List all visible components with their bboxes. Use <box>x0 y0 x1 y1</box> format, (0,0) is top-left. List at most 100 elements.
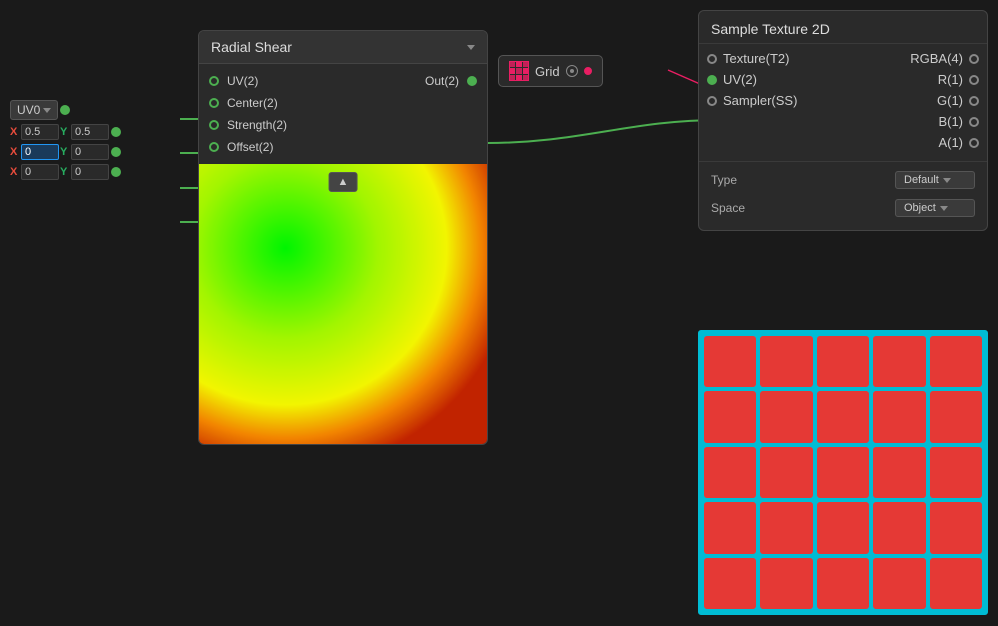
type-label: Type <box>711 173 737 187</box>
uv-dropdown[interactable]: UV0 <box>10 100 58 120</box>
g-dot[interactable] <box>969 96 979 106</box>
strength-y-input[interactable] <box>71 144 109 160</box>
offset-xy-input: X Y <box>10 164 109 180</box>
strength-port-dot[interactable] <box>209 120 219 130</box>
center-input-row: X Y <box>10 124 121 140</box>
node-title: Radial Shear <box>211 39 292 55</box>
grid-cell <box>760 558 812 609</box>
out-port-dot[interactable] <box>467 76 477 86</box>
space-label: Space <box>711 201 745 215</box>
uv-texture-label: UV(2) <box>723 72 757 87</box>
grid-cell <box>873 558 925 609</box>
type-dropdown[interactable]: Default <box>895 171 975 189</box>
space-prop-row: Space Object <box>699 194 987 222</box>
port-uv: UV(2) Out(2) <box>199 70 487 92</box>
target-icon[interactable] <box>566 65 578 77</box>
grid-cell <box>817 336 869 387</box>
grid-cell <box>704 391 756 442</box>
port-strength: Strength(2) <box>199 114 487 136</box>
uv-texture-dot[interactable] <box>707 75 717 85</box>
grid-cell <box>817 558 869 609</box>
grid-cell <box>930 502 982 553</box>
g-label: G(1) <box>937 93 963 108</box>
strength-x-input[interactable] <box>21 144 59 160</box>
port-center: Center(2) <box>199 92 487 114</box>
uv-port-dot[interactable] <box>209 76 219 86</box>
grid-cell <box>930 558 982 609</box>
grid-cell <box>930 391 982 442</box>
grid-output-dot <box>584 67 592 75</box>
a-label: A(1) <box>938 135 963 150</box>
chevron-down-icon <box>43 108 51 113</box>
offset-port-label: Offset(2) <box>227 140 273 154</box>
grid-cell <box>760 447 812 498</box>
grid-cell <box>704 336 756 387</box>
sampler-dot[interactable] <box>707 96 717 106</box>
grid-cell <box>817 502 869 553</box>
grid-cell <box>817 391 869 442</box>
offset-port-dot[interactable] <box>209 142 219 152</box>
grid-cell <box>930 336 982 387</box>
preview-toggle-button[interactable]: ▲ <box>329 172 358 192</box>
uv-output-dot <box>60 105 70 115</box>
sampler-label: Sampler(SS) <box>723 93 797 108</box>
node-header[interactable]: Radial Shear <box>199 31 487 64</box>
center-port-dot[interactable] <box>209 98 219 108</box>
center-port-label: Center(2) <box>227 96 278 110</box>
offset-x-input[interactable] <box>21 164 59 180</box>
strength-input-row: X Y <box>10 144 121 160</box>
rgba-dot[interactable] <box>969 54 979 64</box>
type-chevron-icon <box>943 178 951 183</box>
texture-port-row: Texture(T2) RGBA(4) <box>699 48 987 69</box>
center-x-input[interactable] <box>21 124 59 140</box>
node-ports: UV(2) Out(2) Center(2) Strength(2) <box>199 64 487 164</box>
b-port-row: B(1) <box>699 111 987 132</box>
node-collapse-icon[interactable] <box>467 45 475 50</box>
strength-output-dot <box>111 147 121 157</box>
out-port-label: Out(2) <box>425 74 459 88</box>
grid-cell <box>873 447 925 498</box>
grid-cell <box>760 502 812 553</box>
center-xy-input: X Y <box>10 124 109 140</box>
left-input-panel: UV0 X Y X Y X Y <box>10 100 121 180</box>
center-output-dot <box>111 127 121 137</box>
r-label: R(1) <box>938 72 963 87</box>
node-preview: ▲ <box>199 164 487 444</box>
grid-cell <box>873 502 925 553</box>
sampler-port-row: Sampler(SS) G(1) <box>699 90 987 111</box>
texture-panel-title: Sample Texture 2D <box>699 11 987 44</box>
offset-y-input[interactable] <box>71 164 109 180</box>
grid-cell <box>873 391 925 442</box>
type-prop-row: Type Default <box>699 166 987 194</box>
grid-cell <box>760 391 812 442</box>
uv-texture-port-row: UV(2) R(1) <box>699 69 987 90</box>
space-dropdown[interactable]: Object <box>895 199 975 217</box>
texture-panel: Sample Texture 2D Texture(T2) RGBA(4) UV… <box>698 10 988 231</box>
texture-inputs: Texture(T2) RGBA(4) UV(2) R(1) Sampler(S… <box>699 44 987 157</box>
port-offset: Offset(2) <box>199 136 487 158</box>
texture-input-dot[interactable] <box>707 54 717 64</box>
divider <box>699 161 987 162</box>
uv-port-label: UV(2) <box>227 74 258 88</box>
offset-output-dot <box>111 167 121 177</box>
radial-shear-node: Radial Shear UV(2) Out(2) Center(2) <box>198 30 488 445</box>
b-label: B(1) <box>938 114 963 129</box>
grid-cell <box>704 447 756 498</box>
grid-icon <box>509 61 529 81</box>
grid-node-label: Grid <box>535 64 560 79</box>
grid-cell <box>704 558 756 609</box>
grid-cell <box>817 447 869 498</box>
uv-dropdown-row: UV0 <box>10 100 121 120</box>
offset-input-row: X Y <box>10 164 121 180</box>
grid-cell <box>873 336 925 387</box>
grid-node: Grid <box>498 55 603 87</box>
strength-xy-input: X Y <box>10 144 109 160</box>
b-dot[interactable] <box>969 117 979 127</box>
r-dot[interactable] <box>969 75 979 85</box>
gradient-preview-svg <box>199 164 487 444</box>
grid-cell <box>760 336 812 387</box>
center-y-input[interactable] <box>71 124 109 140</box>
grid-cell <box>704 502 756 553</box>
a-dot[interactable] <box>969 138 979 148</box>
grid-texture-preview <box>698 330 988 615</box>
